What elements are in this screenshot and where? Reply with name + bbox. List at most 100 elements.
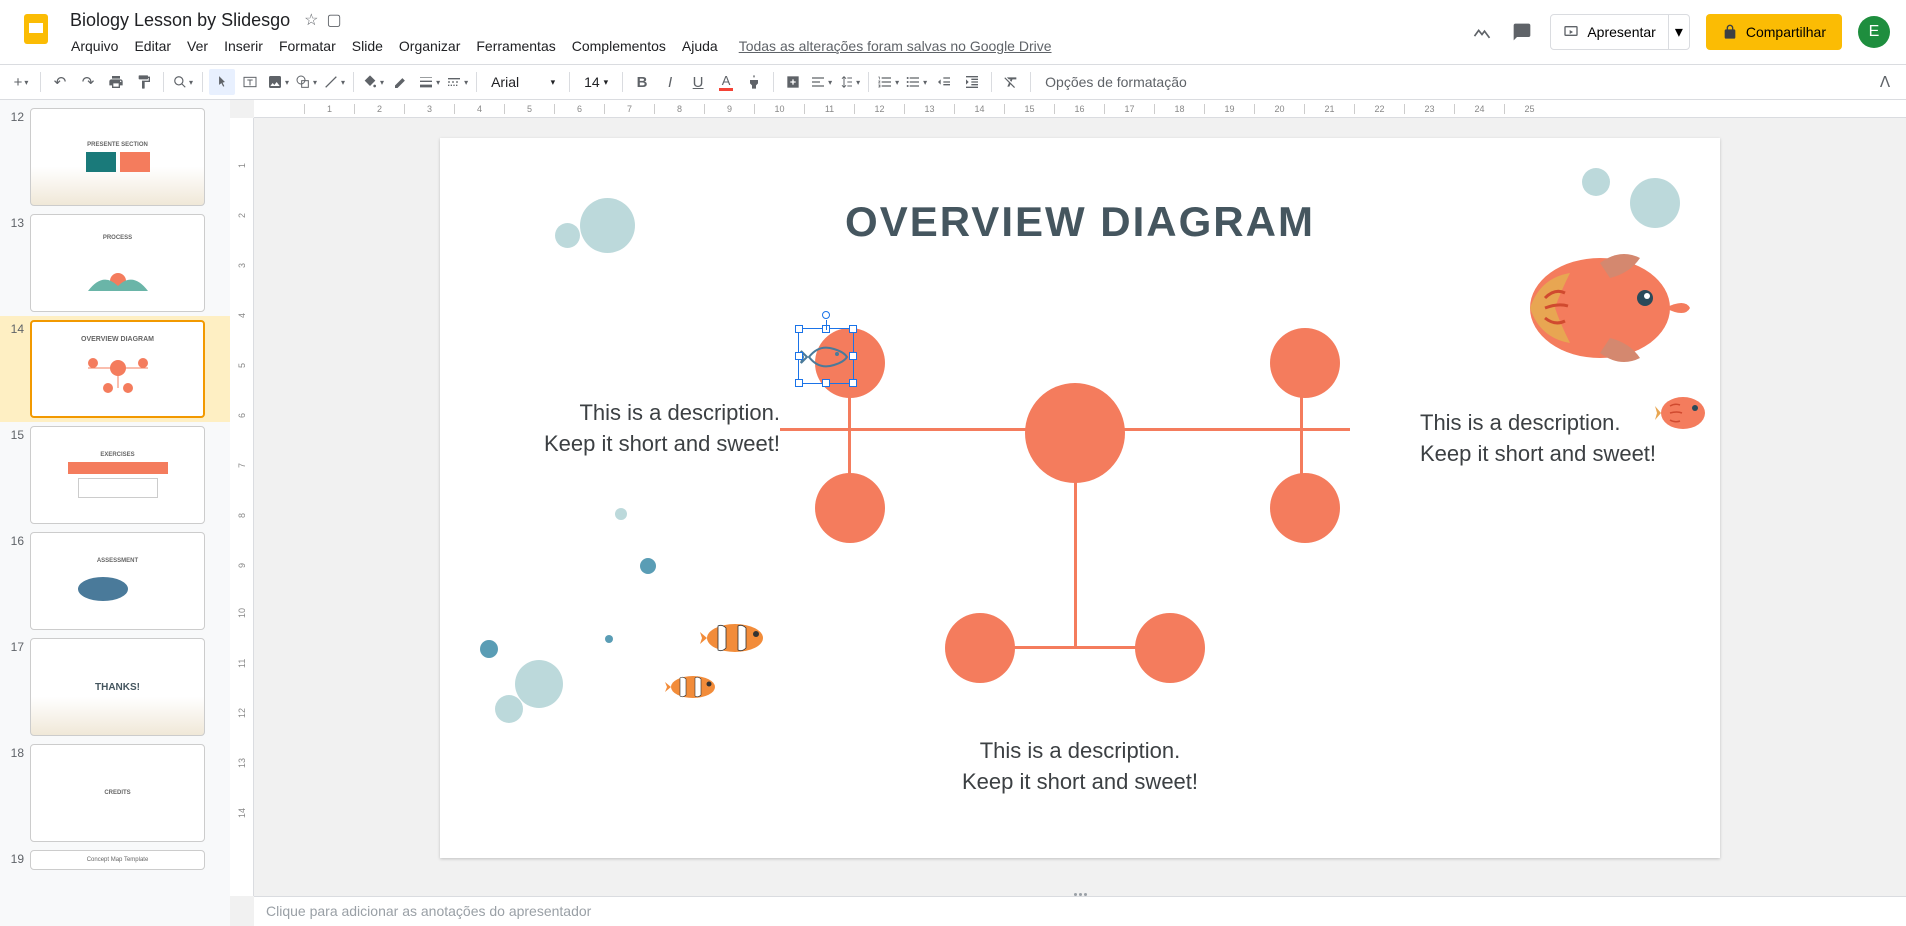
menu-inserir[interactable]: Inserir [217,34,270,58]
bubble-decoration[interactable] [1582,168,1610,196]
print-button[interactable] [103,69,129,95]
present-label: Apresentar [1587,24,1655,40]
fish-icon [799,329,855,385]
font-size-selector[interactable]: 14▾ [576,70,616,94]
bubble-decoration[interactable] [555,223,580,248]
diagram-node[interactable] [1270,473,1340,543]
highlight-button[interactable] [741,69,767,95]
bubble-decoration[interactable] [515,660,563,708]
present-button[interactable]: Apresentar ▾ [1550,14,1690,50]
new-slide-button[interactable]: + [8,69,34,95]
align-button[interactable] [808,69,834,95]
diagram-node[interactable] [815,473,885,543]
activity-icon[interactable] [1470,20,1494,44]
clear-formatting-button[interactable] [998,69,1024,95]
menu-formatar[interactable]: Formatar [272,34,343,58]
menu-organizar[interactable]: Organizar [392,34,467,58]
slide-thumb-12[interactable]: 12 PRESENTE SECTION [0,104,230,210]
description-text-right[interactable]: This is a description. Keep it short and… [1420,408,1660,470]
menu-ver[interactable]: Ver [180,34,215,58]
underline-button[interactable]: U [685,69,711,95]
textbox-tool[interactable] [237,69,263,95]
clownfish-illustration[interactable] [665,671,720,703]
menu-arquivo[interactable]: Arquivo [64,34,125,58]
italic-button[interactable]: I [657,69,683,95]
comments-icon[interactable] [1510,20,1534,44]
diagram-node-center[interactable] [1025,383,1125,483]
document-title[interactable]: Biology Lesson by Slidesgo [64,8,296,33]
diagram-node[interactable] [1270,328,1340,398]
bubble-decoration[interactable] [1630,178,1680,228]
fill-color-button[interactable] [360,69,386,95]
font-selector[interactable]: Arial▾ [483,70,563,94]
slide-thumb-17[interactable]: 17 THANKS! [0,634,230,740]
format-options-button[interactable]: Opções de formatação [1037,74,1195,90]
menu-slide[interactable]: Slide [345,34,390,58]
slide-thumb-16[interactable]: 16 ASSESSMENT [0,528,230,634]
notes-resize-handle[interactable] [1065,893,1095,899]
lock-icon [1722,24,1738,40]
bubble-decoration[interactable] [495,695,523,723]
text-color-button[interactable]: A [713,69,739,95]
paint-format-button[interactable] [131,69,157,95]
present-dropdown[interactable]: ▾ [1668,15,1689,49]
bubble-decoration[interactable] [615,508,627,520]
slide-thumb-19[interactable]: 19 Concept Map Template [0,846,230,874]
toolbar: + ↶ ↷ Arial▾ 14▾ B I U A Opções de forma… [0,64,1906,100]
increase-indent-button[interactable] [959,69,985,95]
bold-button[interactable]: B [629,69,655,95]
menu-editar[interactable]: Editar [127,34,178,58]
slide-canvas[interactable]: OVERVIEW DIAGRAM [440,138,1720,858]
vertical-ruler[interactable]: 1234567891011121314 [230,118,254,896]
bulleted-list-button[interactable] [903,69,929,95]
image-tool[interactable] [265,69,291,95]
menu-ferramentas[interactable]: Ferramentas [469,34,562,58]
speaker-notes[interactable]: Clique para adicionar as anotações do ap… [254,896,1906,926]
insert-link-button[interactable] [780,69,806,95]
save-status[interactable]: Todas as alterações foram salvas no Goog… [739,34,1052,58]
bubble-decoration[interactable] [605,635,613,643]
collapse-toolbar-button[interactable]: ᐱ [1872,69,1898,95]
bubble-decoration[interactable] [580,198,635,253]
diagram-node[interactable] [945,613,1015,683]
canvas-area: 1234567891011121314151617181920212223242… [230,100,1906,926]
share-button[interactable]: Compartilhar [1706,14,1842,50]
slide-thumb-14[interactable]: 14 OVERVIEW DIAGRAM [0,316,230,422]
slide-title-text[interactable]: OVERVIEW DIAGRAM [845,198,1315,246]
selected-shape[interactable] [798,328,854,384]
slides-logo[interactable] [16,8,56,48]
zoom-button[interactable] [170,69,196,95]
border-weight-button[interactable] [416,69,442,95]
filmstrip[interactable]: 12 PRESENTE SECTION 13 PROCESS 14 OVERVI… [0,100,230,926]
shape-tool[interactable] [293,69,319,95]
redo-button[interactable]: ↷ [75,69,101,95]
slide-thumb-13[interactable]: 13 PROCESS [0,210,230,316]
slide-thumb-15[interactable]: 15 EXERCISES [0,422,230,528]
fish-illustration-small[interactable] [1655,388,1710,438]
description-text-left[interactable]: This is a description. Keep it short and… [540,398,780,460]
description-text-bottom[interactable]: This is a description. Keep it short and… [960,736,1200,798]
line-tool[interactable] [321,69,347,95]
fish-illustration-large[interactable] [1510,238,1690,378]
bubble-decoration[interactable] [640,558,656,574]
bubble-decoration[interactable] [480,640,498,658]
select-tool[interactable] [209,69,235,95]
border-dash-button[interactable] [444,69,470,95]
menu-complementos[interactable]: Complementos [565,34,673,58]
slide-thumb-18[interactable]: 18 CREDITS [0,740,230,846]
line-spacing-button[interactable] [836,69,862,95]
user-avatar[interactable]: E [1858,16,1890,48]
app-header: Biology Lesson by Slidesgo ☆ ▢ Arquivo E… [0,0,1906,64]
rotation-handle[interactable] [822,311,830,319]
clownfish-illustration[interactable] [700,618,770,658]
horizontal-ruler[interactable]: 1234567891011121314151617181920212223242… [254,100,1906,118]
border-color-button[interactable] [388,69,414,95]
star-icon[interactable]: ☆ [304,10,318,30]
diagram-node[interactable] [1135,613,1205,683]
decrease-indent-button[interactable] [931,69,957,95]
undo-button[interactable]: ↶ [47,69,73,95]
canvas-viewport[interactable]: OVERVIEW DIAGRAM [254,118,1906,896]
move-icon[interactable]: ▢ [326,10,341,30]
numbered-list-button[interactable] [875,69,901,95]
menu-ajuda[interactable]: Ajuda [675,34,725,58]
